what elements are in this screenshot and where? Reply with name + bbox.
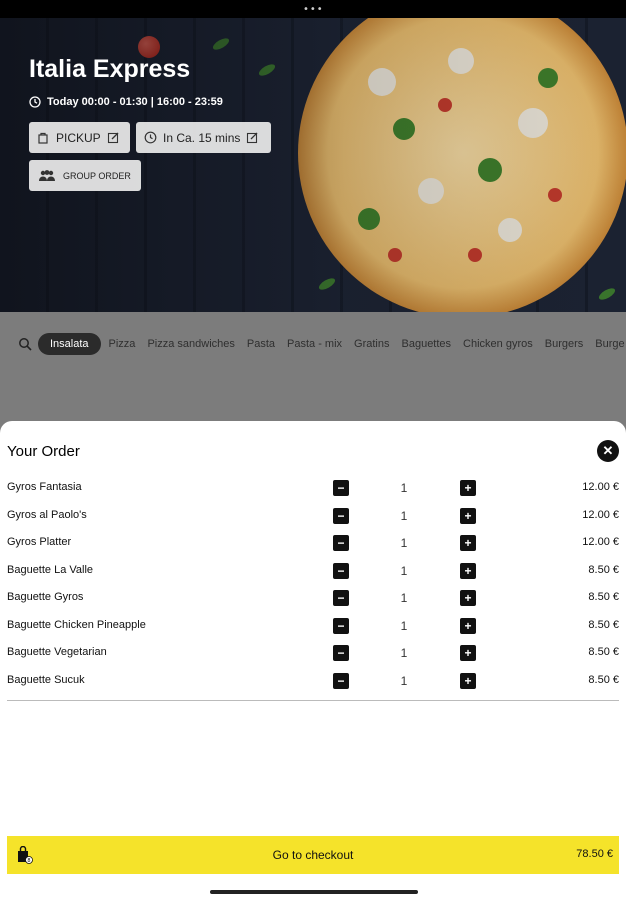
item-name: Gyros Platter [7, 536, 72, 548]
decrease-qty-button[interactable]: − [333, 590, 349, 606]
order-item: Gyros al Paolo's − 1 + 12.00 € [0, 506, 626, 526]
divider [7, 700, 619, 701]
item-name: Baguette Vegetarian [7, 646, 107, 658]
increase-qty-button[interactable]: + [460, 618, 476, 634]
item-name: Baguette Sucuk [7, 674, 85, 686]
opening-hours-text: Today 00:00 - 01:30 | 16:00 - 23:59 [47, 96, 223, 108]
edit-icon [107, 132, 119, 144]
increase-qty-button[interactable]: + [460, 535, 476, 551]
increase-qty-button[interactable]: + [460, 563, 476, 579]
item-qty: 1 [400, 646, 408, 660]
item-name: Gyros Fantasia [7, 481, 82, 493]
group-icon [39, 170, 55, 181]
increase-qty-button[interactable]: + [460, 645, 476, 661]
category-tab-burgers[interactable]: Burgers [539, 338, 590, 350]
category-tab-pizza-sandwiches[interactable]: Pizza sandwiches [141, 338, 240, 350]
category-tab-pizza[interactable]: Pizza [103, 338, 142, 350]
item-qty: 1 [400, 509, 408, 523]
increase-qty-button[interactable]: + [460, 480, 476, 496]
store-title: Italia Express [29, 55, 191, 83]
item-name: Gyros al Paolo's [7, 509, 87, 521]
order-item: Baguette Vegetarian − 1 + 8.50 € [0, 643, 626, 663]
category-tab-pasta[interactable]: Pasta [241, 338, 281, 350]
category-tab-chicken-gyros[interactable]: Chicken gyros [457, 338, 539, 350]
pickup-time-button[interactable]: In Ca. 15 mins [136, 122, 271, 153]
top-status-strip: ••• [0, 0, 626, 18]
home-indicator[interactable] [210, 890, 418, 894]
clock-icon [29, 96, 41, 108]
category-row: Insalata Pizza Pizza sandwiches Pasta Pa… [18, 333, 626, 355]
category-tab-pasta-mix[interactable]: Pasta - mix [281, 338, 348, 350]
category-tab-insalata[interactable]: Insalata [38, 333, 101, 355]
decrease-qty-button[interactable]: − [333, 673, 349, 689]
checkout-total: 78.50 € [576, 848, 613, 860]
multitask-dots-icon[interactable]: ••• [303, 4, 324, 15]
item-name: Baguette La Valle [7, 564, 94, 576]
category-tab-baguettes[interactable]: Baguettes [396, 338, 458, 350]
group-order-label: GROUP ORDER [63, 170, 131, 181]
item-qty: 1 [400, 674, 408, 688]
clock-icon [144, 131, 157, 144]
item-price: 12.00 € [582, 509, 619, 521]
search-icon[interactable] [18, 337, 32, 351]
category-tab-gratins[interactable]: Gratins [348, 338, 395, 350]
item-price: 8.50 € [588, 619, 619, 631]
order-item: Gyros Fantasia − 1 + 12.00 € [0, 478, 626, 498]
item-name: Baguette Chicken Pineapple [7, 619, 146, 631]
increase-qty-button[interactable]: + [460, 590, 476, 606]
order-item: Baguette Chicken Pineapple − 1 + 8.50 € [0, 616, 626, 636]
bag-icon [38, 132, 48, 144]
item-price: 8.50 € [588, 646, 619, 658]
increase-qty-button[interactable]: + [460, 673, 476, 689]
decrease-qty-button[interactable]: − [333, 563, 349, 579]
decrease-qty-button[interactable]: − [333, 645, 349, 661]
group-order-button[interactable]: GROUP ORDER [29, 160, 141, 191]
store-hero-banner: Italia Express Today 00:00 - 01:30 | 16:… [0, 18, 626, 312]
close-icon[interactable]: ✕ [597, 440, 619, 462]
item-name: Baguette Gyros [7, 591, 84, 603]
order-item: Gyros Platter − 1 + 12.00 € [0, 533, 626, 553]
category-tab-burgers-truncated[interactable]: Burge [589, 338, 626, 350]
decrease-qty-button[interactable]: − [333, 535, 349, 551]
order-title: Your Order [7, 443, 80, 460]
order-item: Baguette La Valle − 1 + 8.50 € [0, 561, 626, 581]
pickup-label: PICKUP [56, 130, 101, 145]
order-item: Baguette Sucuk − 1 + 8.50 € [0, 671, 626, 691]
opening-hours: Today 00:00 - 01:30 | 16:00 - 23:59 [29, 96, 223, 108]
item-price: 12.00 € [582, 536, 619, 548]
pickup-time-label: In Ca. 15 mins [163, 130, 241, 145]
category-bar: Insalata Pizza Pizza sandwiches Pasta Pa… [0, 312, 626, 374]
increase-qty-button[interactable]: + [460, 508, 476, 524]
order-item: Baguette Gyros − 1 + 8.50 € [0, 588, 626, 608]
item-qty: 1 [400, 591, 408, 605]
item-qty: 1 [400, 564, 408, 578]
item-price: 12.00 € [582, 481, 619, 493]
checkout-button[interactable]: 8 Go to checkout 78.50 € [7, 836, 619, 874]
item-price: 8.50 € [588, 674, 619, 686]
item-qty: 1 [400, 481, 408, 495]
order-sheet: Your Order ✕ Gyros Fantasia − 1 + 12.00 … [0, 421, 626, 890]
item-price: 8.50 € [588, 564, 619, 576]
edit-icon [247, 132, 258, 144]
item-qty: 1 [400, 536, 408, 550]
pickup-mode-button[interactable]: PICKUP [29, 122, 130, 153]
checkout-label: Go to checkout [272, 848, 354, 862]
item-price: 8.50 € [588, 591, 619, 603]
decrease-qty-button[interactable]: − [333, 618, 349, 634]
decrease-qty-button[interactable]: − [333, 480, 349, 496]
decrease-qty-button[interactable]: − [333, 508, 349, 524]
item-qty: 1 [400, 619, 408, 633]
